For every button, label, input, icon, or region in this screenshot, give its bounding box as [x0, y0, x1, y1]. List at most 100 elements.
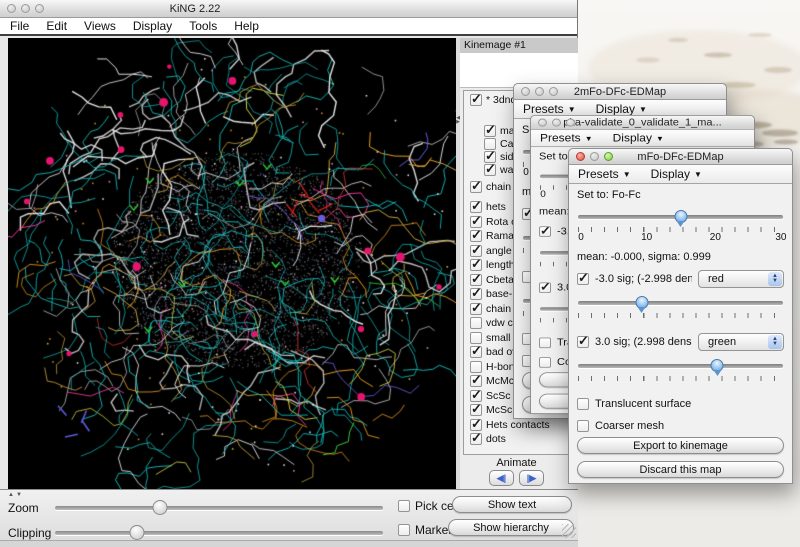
- molecule-viewport[interactable]: [8, 38, 456, 489]
- chevron-down-icon: ▼: [656, 134, 664, 142]
- checkbox[interactable]: [470, 346, 482, 358]
- checkbox[interactable]: [484, 125, 496, 137]
- translucent-surface-checkbox[interactable]: [577, 398, 589, 410]
- zoom-slider-thumb[interactable]: [152, 500, 167, 515]
- menu-edit[interactable]: Edit: [46, 19, 67, 33]
- set-to-label: Set to: Fo-Fc: [577, 189, 641, 201]
- checkbox[interactable]: [470, 274, 482, 286]
- checkbox[interactable]: [470, 317, 482, 329]
- menu-help[interactable]: Help: [234, 19, 259, 33]
- zoom-slider-label: Zoom: [8, 501, 39, 515]
- sigma-level-slider[interactable]: [578, 215, 783, 219]
- close-icon[interactable]: [521, 87, 530, 96]
- dialog-titlebar[interactable]: 2mFo-DFc-EDMap: [514, 84, 726, 100]
- animate-step-back-button[interactable]: ◀|: [489, 470, 514, 486]
- neg-contour-checkbox[interactable]: [539, 226, 551, 237]
- neg-color-dropdown[interactable]: red ▲▼: [698, 270, 784, 288]
- collapse-splitter-icon[interactable]: ▲▼: [8, 492, 24, 498]
- menu-tools[interactable]: Tools: [189, 19, 217, 33]
- zoom-slider[interactable]: [55, 506, 383, 510]
- checkbox[interactable]: [484, 164, 496, 176]
- checklist-item-label: * 3dnd: [486, 94, 516, 106]
- checkbox[interactable]: [470, 259, 482, 271]
- minimize-icon[interactable]: [21, 4, 30, 13]
- zoom-window-icon[interactable]: [35, 4, 44, 13]
- pos-color-dropdown[interactable]: green ▲▼: [698, 333, 784, 351]
- map-stats-label: mean: -0.000, sigma: 0.999: [577, 251, 711, 263]
- translucent-surface-checkbox[interactable]: [539, 338, 551, 349]
- resize-grip[interactable]: [562, 524, 576, 538]
- neg-contour-checkbox[interactable]: [577, 273, 589, 285]
- coarser-mesh-checkbox[interactable]: [539, 357, 551, 368]
- minimize-icon[interactable]: [552, 119, 561, 127]
- coarser-mesh-label: Coarser mesh: [595, 420, 784, 432]
- neg-level-slider[interactable]: [578, 301, 783, 305]
- zoom-window-icon[interactable]: [604, 152, 613, 161]
- minimize-icon[interactable]: [590, 152, 599, 161]
- export-to-kinemage-button[interactable]: Export to kinemage: [577, 437, 784, 454]
- checkbox[interactable]: [470, 216, 482, 228]
- close-icon[interactable]: [538, 119, 547, 127]
- checklist-item[interactable]: dots: [464, 432, 575, 447]
- main-titlebar[interactable]: KiNG 2.22: [0, 0, 577, 18]
- checkbox[interactable]: [470, 181, 482, 193]
- pos-level-slider[interactable]: [578, 364, 783, 368]
- close-icon[interactable]: [576, 152, 585, 161]
- checkbox[interactable]: [470, 375, 482, 387]
- show-hierarchy-button[interactable]: Show hierarchy: [448, 519, 574, 536]
- display-menu[interactable]: Display▼: [596, 102, 647, 116]
- checkbox[interactable]: [470, 303, 482, 315]
- slider-ticks: [578, 376, 783, 381]
- presets-menu[interactable]: Presets▼: [523, 102, 576, 116]
- chevron-down-icon: ▼: [568, 105, 576, 114]
- discard-map-button[interactable]: Discard this map: [577, 461, 784, 478]
- slider-ticks: [578, 313, 783, 318]
- presets-menu[interactable]: Presets▼: [578, 167, 631, 181]
- zoom-window-icon[interactable]: [549, 87, 558, 96]
- dialog-titlebar[interactable]: pka-validate_0_validate_1_ma...: [531, 116, 754, 130]
- animate-step-forward-button[interactable]: |▶: [519, 470, 544, 486]
- translucent-surface-label: Translucent surface: [595, 398, 784, 410]
- king-main-window: KiNG 2.22 File Edit Views Display Tools …: [0, 0, 578, 547]
- close-icon[interactable]: [7, 4, 16, 13]
- window-controls: [0, 4, 44, 13]
- pos-contour-checkbox[interactable]: [577, 336, 589, 348]
- show-text-button[interactable]: Show text: [452, 496, 572, 513]
- slider-thumb[interactable]: [711, 359, 724, 377]
- checkbox[interactable]: [470, 94, 482, 106]
- clipping-slider-thumb[interactable]: [130, 525, 145, 540]
- presets-menu[interactable]: Presets▼: [540, 132, 593, 144]
- checkbox[interactable]: [470, 230, 482, 242]
- menu-file[interactable]: File: [10, 19, 29, 33]
- edmap-dialog: mFo-DFc-EDMap Presets▼ Display▼ Set to: …: [568, 148, 793, 484]
- slider-thumb[interactable]: [635, 296, 648, 314]
- checkbox[interactable]: [470, 433, 482, 445]
- menu-views[interactable]: Views: [84, 19, 116, 33]
- chevron-down-icon: ▼: [585, 134, 593, 142]
- checkbox[interactable]: [470, 332, 482, 344]
- checkbox[interactable]: [470, 419, 482, 431]
- checkbox[interactable]: [470, 390, 482, 402]
- checkbox[interactable]: [470, 201, 482, 213]
- coarser-mesh-checkbox[interactable]: [577, 420, 589, 432]
- neg-contour-label: -3.0 sig; (-2.998 dens): [595, 273, 692, 285]
- pos-contour-checkbox[interactable]: [539, 282, 551, 293]
- checkbox[interactable]: [470, 404, 482, 416]
- markers-checkbox[interactable]: [398, 524, 410, 536]
- checkbox[interactable]: [470, 361, 482, 373]
- checkbox[interactable]: [470, 245, 482, 257]
- menu-display[interactable]: Display: [133, 19, 172, 33]
- kinemage-list-item[interactable]: Kinemage #1: [460, 38, 578, 53]
- dialog-menu-bar: Presets▼ Display▼: [531, 130, 754, 147]
- display-menu[interactable]: Display▼: [613, 132, 664, 144]
- pick-center-checkbox[interactable]: [398, 500, 410, 512]
- clipping-slider[interactable]: [55, 531, 383, 535]
- chevron-down-icon: ▼: [623, 170, 631, 179]
- display-menu[interactable]: Display▼: [651, 167, 702, 181]
- slider-thumb[interactable]: [674, 210, 687, 228]
- minimize-icon[interactable]: [535, 87, 544, 96]
- checkbox[interactable]: [470, 288, 482, 300]
- zoom-window-icon[interactable]: [566, 119, 575, 127]
- checklist-item-label: dots: [486, 433, 506, 445]
- dialog-titlebar[interactable]: mFo-DFc-EDMap: [569, 149, 792, 165]
